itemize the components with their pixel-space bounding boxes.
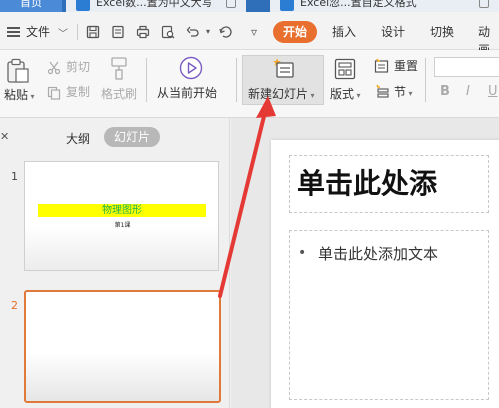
- section-icon[interactable]: [374, 84, 390, 104]
- divider: [146, 58, 147, 102]
- paste-button[interactable]: 粘贴 ▾: [4, 87, 35, 105]
- menu-home[interactable]: 开始: [273, 21, 317, 43]
- font-name-box[interactable]: [434, 57, 499, 77]
- italic-icon[interactable]: I: [466, 84, 470, 100]
- new-slide-label-row: 新建幻灯片 ▾: [248, 86, 315, 104]
- reset-icon[interactable]: [374, 58, 390, 78]
- bold-icon[interactable]: B: [440, 84, 450, 100]
- chevron-down-icon: ▾: [406, 89, 413, 98]
- menu-file[interactable]: 文件: [26, 23, 50, 41]
- tab-document-2-label: Excel忽...置自定义格式: [300, 0, 417, 9]
- reset-button[interactable]: 重置: [394, 58, 418, 74]
- thumbnail-title: 物理图形: [102, 205, 142, 216]
- play-from-current-button[interactable]: 从当前开始: [157, 85, 217, 101]
- document-tab-bar: 首页 Excel数...置为中文大写 Excel忽...置自定义格式: [0, 0, 499, 12]
- divider: [425, 58, 426, 102]
- chevron-down-icon[interactable]: ﹀: [58, 25, 68, 40]
- layout-label: 版式: [330, 87, 355, 101]
- hamburger-menu-icon[interactable]: [7, 27, 20, 37]
- format-painter-icon[interactable]: [109, 56, 129, 84]
- copy-icon[interactable]: [47, 85, 61, 104]
- copy-button[interactable]: 复制: [66, 84, 90, 100]
- divider: [77, 24, 78, 40]
- undo-dropdown-icon[interactable]: ▾: [201, 25, 215, 39]
- print-preview-icon[interactable]: [161, 25, 175, 39]
- document-icon: [76, 0, 90, 11]
- new-slide-label: 新建幻灯片: [248, 87, 309, 101]
- slide-editor: 单击此处添 • 单击此处添加文本: [231, 118, 499, 408]
- divider: [236, 58, 237, 102]
- title-placeholder[interactable]: 单击此处添: [289, 155, 489, 213]
- chevron-down-icon: ▾: [28, 92, 35, 101]
- menu-design[interactable]: 设计: [381, 23, 405, 41]
- paste-icon[interactable]: [6, 58, 30, 88]
- tab-document-2[interactable]: Excel忽...置自定义格式: [270, 0, 499, 12]
- body-placeholder-text: 单击此处添加文本: [318, 245, 439, 263]
- play-from-current-icon[interactable]: [179, 56, 203, 84]
- tab-home[interactable]: 首页: [0, 0, 62, 12]
- collapse-panel-icon[interactable]: ✕: [0, 130, 9, 143]
- tab-slides[interactable]: 幻灯片: [104, 127, 160, 147]
- tab-close-icon[interactable]: [479, 0, 489, 8]
- menu-bar: 文件 ﹀ ▾ ▿ 开始 插入 设计 切换 动画: [0, 12, 499, 57]
- section-button[interactable]: 节 ▾: [394, 84, 413, 102]
- chevron-down-icon: ▾: [308, 91, 315, 100]
- undo-icon[interactable]: [186, 25, 200, 39]
- underline-icon[interactable]: U: [488, 84, 498, 100]
- tab-outline[interactable]: 大纲: [66, 130, 90, 147]
- slide-number: 2: [11, 299, 18, 312]
- layout-icon[interactable]: [334, 58, 356, 84]
- layout-button[interactable]: 版式 ▾: [330, 86, 361, 104]
- document-icon: [280, 0, 294, 11]
- menu-transition[interactable]: 切换: [430, 23, 454, 41]
- thumbnail-subtitle: 第1课: [114, 222, 131, 229]
- title-placeholder-text: 单击此处添: [297, 167, 438, 200]
- slide-number: 1: [11, 170, 18, 183]
- tab-document-1-label: Excel数...置为中文大写: [96, 0, 213, 9]
- menu-insert[interactable]: 插入: [332, 23, 356, 41]
- section-label: 节: [394, 85, 407, 99]
- tab-close-icon[interactable]: [226, 0, 236, 8]
- customize-toolbar-icon[interactable]: ▿: [247, 25, 261, 39]
- slide-panel: ✕ 大纲 幻灯片 1 物理图形 第1课 2: [0, 118, 230, 408]
- slide-thumbnail-2[interactable]: [24, 290, 221, 403]
- body-placeholder[interactable]: • 单击此处添加文本: [289, 230, 489, 400]
- new-slide-icon[interactable]: [271, 57, 295, 83]
- app-window: 首页 Excel数...置为中文大写 Excel忽...置自定义格式 文件 ﹀: [0, 0, 499, 408]
- paste-label: 粘贴: [4, 88, 29, 102]
- save-icon[interactable]: [86, 25, 100, 39]
- chevron-down-icon: ▾: [354, 91, 361, 100]
- bullet-icon: •: [298, 245, 307, 261]
- redo-icon[interactable]: [219, 25, 233, 39]
- cut-button[interactable]: 剪切: [66, 59, 90, 75]
- format-painter-button[interactable]: 格式刷: [101, 86, 137, 102]
- tab-document-1[interactable]: Excel数...置为中文大写: [66, 0, 246, 12]
- export-pdf-icon[interactable]: [111, 25, 125, 39]
- slide-thumbnail-1[interactable]: 物理图形 第1课: [24, 161, 219, 271]
- print-icon[interactable]: [136, 25, 150, 39]
- cut-icon[interactable]: [47, 60, 61, 79]
